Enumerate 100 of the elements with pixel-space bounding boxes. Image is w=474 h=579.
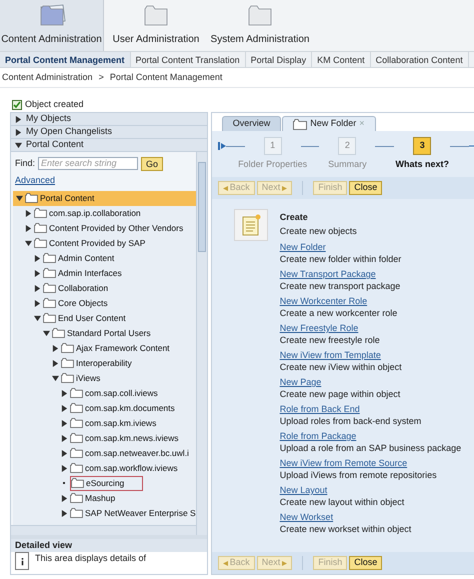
tree-row[interactable]: com.sap.workflow.iviews [13,460,196,476]
create-link[interactable]: New Folder [280,241,326,253]
collapse-arrow-icon[interactable] [43,330,50,336]
expand-arrow-icon[interactable] [61,464,68,472]
tree-item-label[interactable]: Collaboration [58,282,108,294]
create-link[interactable]: New iView from Remote Source [280,457,408,469]
expand-arrow-icon[interactable] [15,116,22,122]
tree-row[interactable]: Admin Content [13,250,196,266]
tree-row[interactable]: Standard Portal Users [13,326,196,340]
expand-arrow-icon[interactable] [25,210,32,216]
tree-item-label[interactable]: eSourcing [86,476,124,490]
expand-arrow-icon[interactable] [61,404,68,412]
create-link[interactable]: New Workset [280,511,334,523]
search-field[interactable]: Enter search string [38,157,138,170]
tree-row[interactable]: eSourcing [13,476,196,490]
section-header[interactable]: My Open Changelists [11,126,207,139]
sub-tab[interactable]: KM Content [312,52,371,67]
create-link[interactable]: New Transport Package [280,268,376,280]
tree-row[interactable]: com.sap.km.news.iviews [13,430,196,446]
expand-arrow-icon[interactable] [61,434,68,442]
tree-item-label[interactable]: Ajax Framework Content [76,342,170,354]
breadcrumb-item[interactable]: Portal Content Management [110,70,222,84]
create-link[interactable]: New Freestyle Role [280,322,358,334]
editor-tab[interactable]: Overview [222,116,282,131]
create-link[interactable]: New iView from Template [280,349,381,361]
create-link[interactable]: New Layout [280,484,328,496]
tree-row[interactable]: End User Content [13,310,196,326]
tree-item-label[interactable]: Standard Portal Users [67,326,151,340]
highlighted-tree-item[interactable]: eSourcing [70,476,144,490]
editor-tab[interactable]: New Folder × [282,116,376,131]
sub-tab[interactable]: Portal Content Translation [130,52,246,67]
expand-arrow-icon[interactable] [61,510,68,516]
tree-item-label[interactable]: com.sap.netweaver.bc.uwl.i [85,446,189,460]
tree-item-label[interactable]: com.sap.km.news.iviews [85,432,179,444]
expand-arrow-icon[interactable] [34,300,41,306]
tree-item-label[interactable]: Admin Interfaces [58,266,122,280]
tree-row[interactable]: Collaboration [13,280,196,296]
expand-arrow-icon[interactable] [34,270,41,276]
tree-item-label[interactable]: com.sap.ip.collaboration [49,206,141,220]
vertical-scrollbar[interactable] [196,152,207,535]
tree-row[interactable]: Core Objects [13,296,196,310]
tree-item-label[interactable]: com.sap.km.documents [85,402,175,414]
tree-row[interactable]: com.sap.ip.collaboration [13,206,196,220]
top-tab[interactable]: User Administration [104,0,208,51]
tree-item-label[interactable]: Interoperability [76,356,132,370]
sub-tab[interactable]: Portal Display [246,52,312,67]
collapse-arrow-icon[interactable] [52,374,59,382]
tree-item-label[interactable]: com.sap.workflow.iviews [85,462,178,474]
collapse-arrow-icon[interactable] [15,142,22,148]
advanced-link[interactable]: Advanced [11,174,60,188]
tree-row[interactable]: Portal Content [13,190,196,206]
horizontal-scrollbar[interactable] [11,525,196,535]
expand-arrow-icon[interactable] [61,420,68,426]
tree-item-label[interactable]: Core Objects [58,296,108,310]
sub-tab[interactable]: Collaboration Content [370,52,469,67]
tree-item-label[interactable]: iViews [76,372,100,384]
tree-item-label[interactable]: SAP NetWeaver Enterprise S [85,506,196,520]
go-button[interactable]: Go [141,156,164,170]
tree-item-label[interactable]: com.sap.km.iviews [85,416,156,430]
create-link[interactable]: Role from Back End [280,403,360,415]
tree-row[interactable]: Interoperability [13,356,196,370]
tree-row[interactable]: iViews [13,370,196,386]
tree-row[interactable]: com.sap.coll.iviews [13,386,196,400]
expand-arrow-icon[interactable] [34,254,41,262]
tree-row[interactable]: Content Provided by Other Vendors [13,220,196,236]
expand-arrow-icon[interactable] [52,360,59,366]
tree-item-label[interactable]: Content Provided by Other Vendors [49,222,184,234]
tree-row[interactable]: Ajax Framework Content [13,340,196,356]
top-tab[interactable]: Content Administration [0,0,104,51]
breadcrumb-item[interactable]: Content Administration [2,70,93,84]
tree-item-label[interactable]: Portal Content [40,192,94,204]
expand-arrow-icon[interactable] [61,390,68,396]
sub-tab[interactable]: Portal Content Management [0,52,131,67]
tree-row[interactable]: Mashup [13,490,196,506]
section-header[interactable]: My Objects [11,113,207,126]
expand-arrow-icon[interactable] [61,450,68,456]
top-tab[interactable]: System Administration [208,0,312,51]
expand-arrow-icon[interactable] [52,344,59,352]
expand-arrow-icon[interactable] [61,494,68,502]
expand-arrow-icon[interactable] [15,128,22,136]
tree-item-label[interactable]: Mashup [85,492,116,504]
tree-item-label[interactable]: com.sap.coll.iviews [85,386,158,400]
expand-arrow-icon[interactable] [34,284,41,292]
tree-row[interactable]: com.sap.km.iviews [13,416,196,430]
tree-row[interactable]: SAP NetWeaver Enterprise S [13,506,196,520]
tree-row[interactable]: Admin Interfaces [13,266,196,280]
create-link[interactable]: New Page [280,376,322,388]
wizard-button[interactable]: Close [349,556,382,570]
tree-row[interactable]: Content Provided by SAP [13,236,196,250]
create-link[interactable]: Role from Package [280,430,356,442]
create-link[interactable]: New Workcenter Role [280,295,368,307]
tree-item-label[interactable]: End User Content [58,312,126,324]
roadmap-step[interactable]: 3 [413,137,432,155]
expand-arrow-icon[interactable] [25,224,32,232]
collapse-arrow-icon[interactable] [25,240,32,246]
tree-row[interactable]: com.sap.netweaver.bc.uwl.i [13,446,196,460]
wizard-button[interactable]: Close [349,181,382,195]
collapse-arrow-icon[interactable] [34,314,41,322]
tree-item-label[interactable]: Content Provided by SAP [49,236,146,250]
collapse-arrow-icon[interactable] [16,194,23,202]
